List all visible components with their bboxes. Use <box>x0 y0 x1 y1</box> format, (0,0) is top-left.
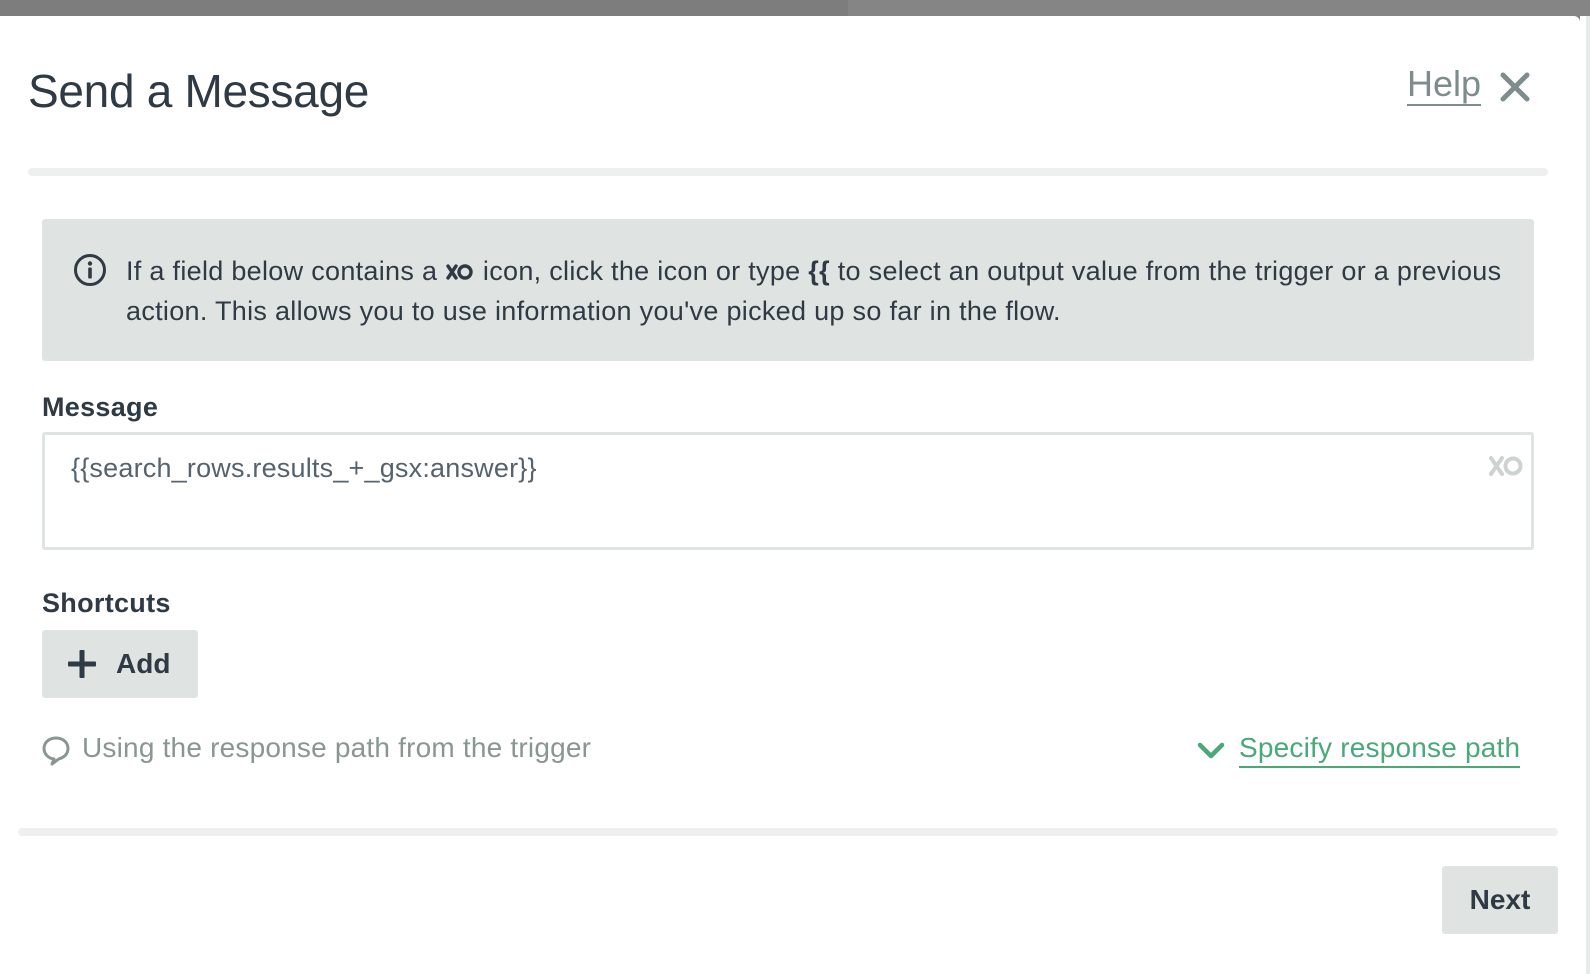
info-text: If a field below contains a icon, click … <box>126 251 1516 331</box>
message-label: Message <box>42 392 159 422</box>
specify-response-path-label: Specify response path <box>1239 730 1521 768</box>
backdrop <box>0 0 1590 16</box>
close-button[interactable] <box>1500 72 1542 118</box>
footer-divider <box>18 828 1558 836</box>
infinity-variable-icon <box>446 264 473 280</box>
backdrop-panel <box>848 0 1590 16</box>
add-label: Add <box>116 648 171 679</box>
add-shortcut-button[interactable]: Add <box>42 630 198 698</box>
info-text-part2: icon, click the icon or type <box>482 256 801 286</box>
help-link[interactable]: Help <box>1407 64 1482 106</box>
next-button[interactable]: Next <box>1442 866 1558 934</box>
dialog-title: Send a Message <box>28 65 370 117</box>
message-value: {{search_rows.results_+_gsx:answer}} <box>71 453 537 483</box>
dialog-right-edge <box>1580 16 1590 974</box>
plus-icon <box>68 650 96 678</box>
send-message-dialog: Send a Message Help If a field below con… <box>0 16 1580 974</box>
info-circle-icon <box>74 254 106 286</box>
info-banner: If a field below contains a icon, click … <box>42 219 1534 361</box>
infinity-variable-icon[interactable] <box>1487 453 1525 479</box>
close-icon <box>1500 72 1530 102</box>
chevron-down-icon <box>1197 742 1225 759</box>
shortcuts-label: Shortcuts <box>42 588 171 618</box>
speech-bubble-icon <box>42 736 70 766</box>
response-path-text: Using the response path from the trigger <box>82 732 592 763</box>
header-divider <box>28 168 1548 176</box>
message-input[interactable]: {{search_rows.results_+_gsx:answer}} <box>42 432 1534 550</box>
dialog-edge-shade <box>1586 16 1590 974</box>
info-braces: {{ <box>808 256 830 286</box>
info-text-part1: If a field below contains a <box>126 256 438 286</box>
